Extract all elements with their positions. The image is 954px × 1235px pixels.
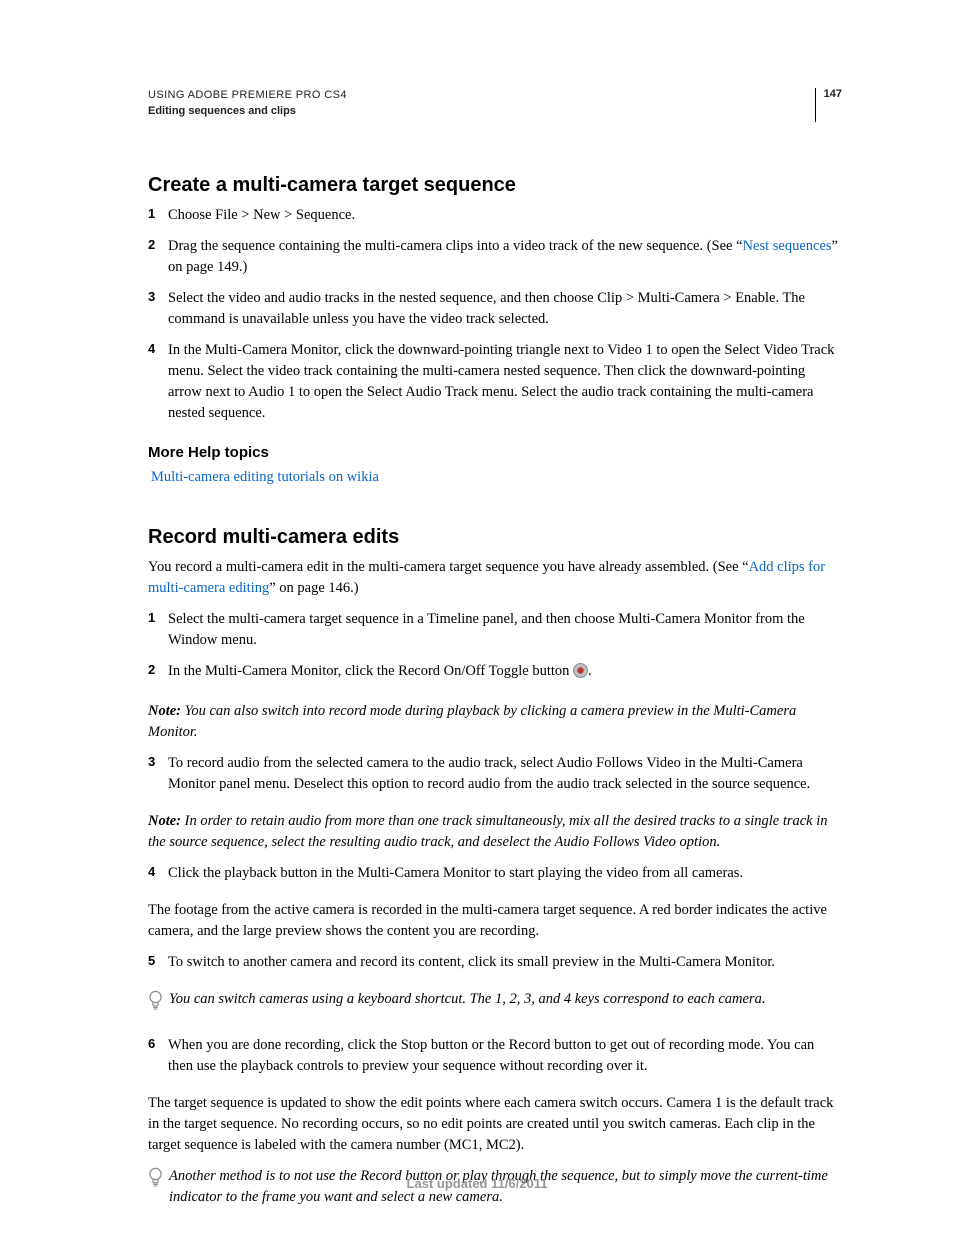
- intro-paragraph: You record a multi-camera edit in the mu…: [148, 557, 842, 599]
- step-1: Choose File > New > Sequence.: [148, 205, 842, 226]
- intro-b: ” on page 146.): [269, 580, 358, 596]
- note-1: Note: You can also switch into record mo…: [148, 701, 842, 743]
- step-text: Select the video and audio tracks in the…: [168, 290, 805, 327]
- step-4: In the Multi-Camera Monitor, click the d…: [148, 340, 842, 424]
- paragraph-after-step6: The target sequence is updated to show t…: [148, 1093, 842, 1156]
- step-3: Select the video and audio tracks in the…: [148, 288, 842, 330]
- steps-create-target-sequence: Choose File > New > Sequence. Drag the s…: [148, 205, 842, 424]
- record-icon: [573, 663, 588, 685]
- doc-title: USING ADOBE PREMIERE PRO CS4: [148, 88, 347, 104]
- footer-last-updated: Last updated 11/6/2011: [0, 1176, 954, 1191]
- step-1: Select the multi-camera target sequence …: [148, 609, 842, 651]
- note-body: In order to retain audio from more than …: [148, 813, 828, 850]
- intro-a: You record a multi-camera edit in the mu…: [148, 559, 749, 575]
- tip-body: You can switch cameras using a keyboard …: [169, 989, 765, 1010]
- step-4: Click the playback button in the Multi-C…: [148, 863, 842, 884]
- step-text: When you are done recording, click the S…: [168, 1037, 814, 1074]
- steps-record-5: To switch to another camera and record i…: [148, 952, 842, 973]
- note-2: Note: In order to retain audio from more…: [148, 811, 842, 853]
- step-2: Drag the sequence containing the multi-c…: [148, 236, 842, 278]
- step-text-a: Drag the sequence containing the multi-c…: [168, 238, 743, 254]
- page-header: USING ADOBE PREMIERE PRO CS4 Editing seq…: [148, 88, 842, 122]
- step-text: In the Multi-Camera Monitor, click the d…: [168, 342, 834, 421]
- link-multi-camera-tutorials-wikia[interactable]: Multi-camera editing tutorials on wikia: [151, 469, 379, 485]
- paragraph-after-step4: The footage from the active camera is re…: [148, 900, 842, 942]
- steps-record-3: To record audio from the selected camera…: [148, 753, 842, 795]
- note-label: Note:: [148, 813, 185, 829]
- step-6: When you are done recording, click the S…: [148, 1035, 842, 1077]
- heading-create-target-sequence: Create a multi-camera target sequence: [148, 174, 842, 197]
- steps-record-4: Click the playback button in the Multi-C…: [148, 863, 842, 884]
- step-text: To record audio from the selected camera…: [168, 755, 810, 792]
- note-body: You can also switch into record mode dur…: [148, 703, 796, 740]
- step-text-a: In the Multi-Camera Monitor, click the R…: [168, 663, 573, 679]
- step-text: Click the playback button in the Multi-C…: [168, 865, 743, 881]
- step-2: In the Multi-Camera Monitor, click the R…: [148, 661, 842, 685]
- lightbulb-icon: [148, 990, 163, 1017]
- link-nest-sequences[interactable]: Nest sequences: [743, 238, 832, 254]
- page-number: 147: [815, 88, 842, 122]
- step-text: Select the multi-camera target sequence …: [168, 611, 805, 648]
- steps-record-1-2: Select the multi-camera target sequence …: [148, 609, 842, 685]
- steps-record-6: When you are done recording, click the S…: [148, 1035, 842, 1077]
- step-text-b: .: [588, 663, 592, 679]
- doc-section: Editing sequences and clips: [148, 104, 347, 120]
- note-label: Note:: [148, 703, 185, 719]
- step-5: To switch to another camera and record i…: [148, 952, 842, 973]
- step-3: To record audio from the selected camera…: [148, 753, 842, 795]
- tip-1: You can switch cameras using a keyboard …: [148, 989, 842, 1017]
- header-left: USING ADOBE PREMIERE PRO CS4 Editing seq…: [148, 88, 347, 120]
- heading-more-help-topics: More Help topics: [148, 444, 842, 461]
- heading-record-multi-camera-edits: Record multi-camera edits: [148, 526, 842, 549]
- step-text: To switch to another camera and record i…: [168, 954, 775, 970]
- step-text: Choose File > New > Sequence.: [168, 207, 355, 223]
